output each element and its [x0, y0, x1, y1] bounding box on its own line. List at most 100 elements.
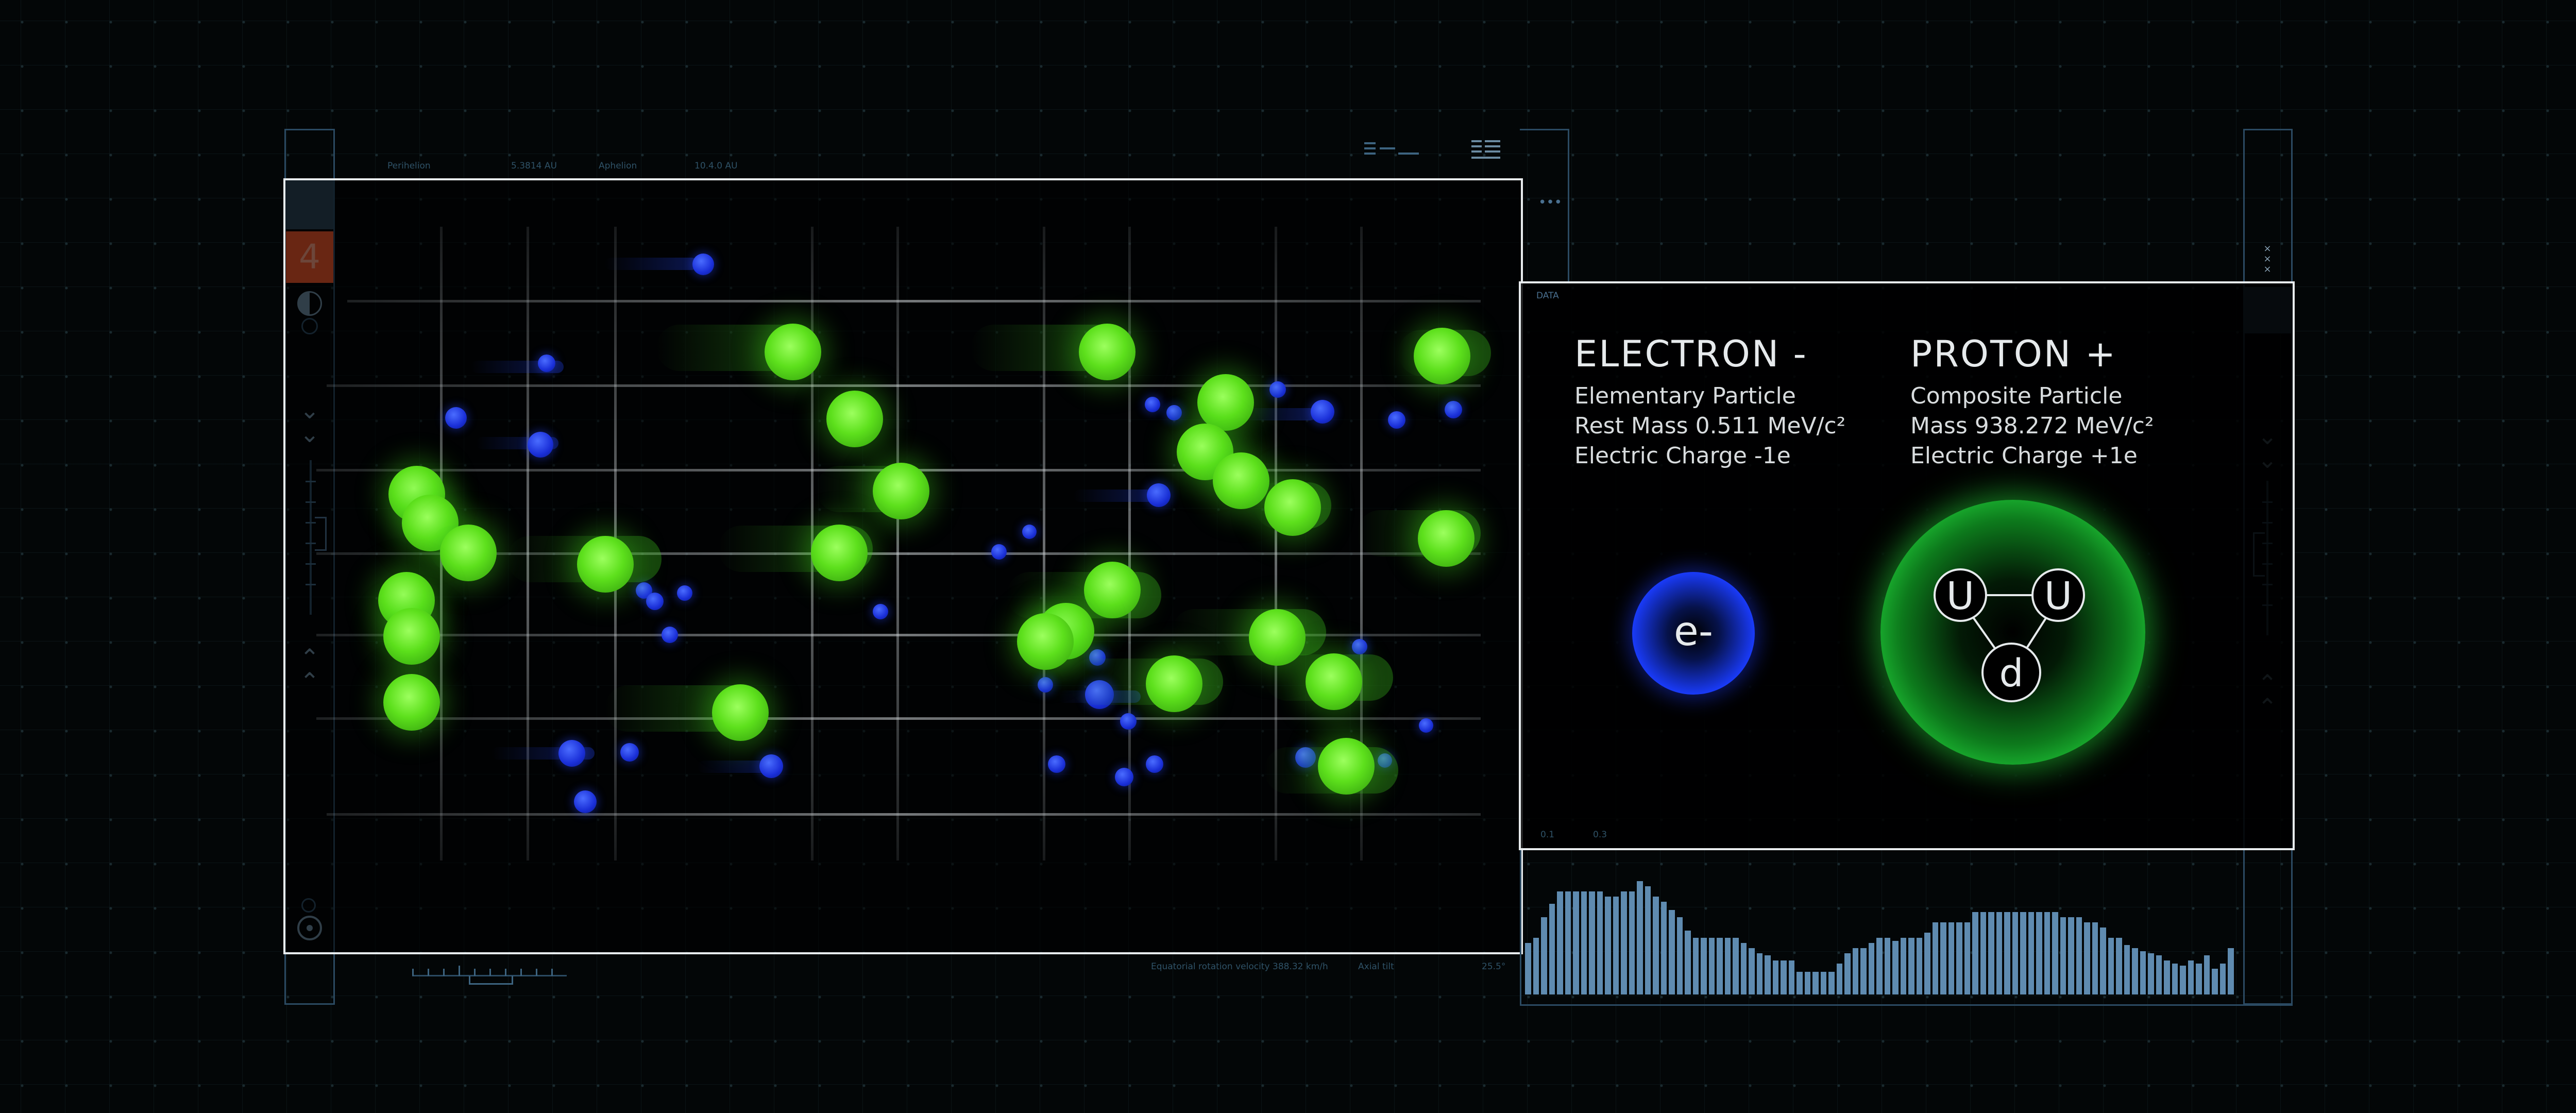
histogram-bar	[1557, 891, 1563, 994]
histogram-bar	[1900, 938, 1907, 994]
close-icon[interactable]: × × ×	[2262, 244, 2273, 275]
histogram-bar	[1549, 904, 1555, 994]
proton-model[interactable]: U U d	[1880, 500, 2145, 765]
histogram-bar	[1765, 955, 1771, 994]
histogram-bar	[1884, 938, 1891, 994]
histogram-bar	[1653, 897, 1659, 994]
quark-d-label: d	[1999, 651, 2024, 696]
histogram-bar	[2180, 966, 2186, 994]
quark-diagram: U U d	[1934, 568, 2085, 702]
particle-data-panel: DATA ELECTRON - Elementary Particle Rest…	[1519, 281, 2295, 850]
histogram-bar	[1605, 897, 1611, 994]
histogram-bar	[1860, 948, 1867, 994]
histogram-bar	[1525, 943, 1531, 994]
histogram-bar	[1788, 960, 1795, 994]
histogram-bar	[2148, 953, 2154, 994]
histogram-label-1: 0.1	[1540, 830, 1555, 840]
histogram-bar	[1701, 938, 1707, 994]
histogram-bar	[1892, 941, 1899, 994]
histogram-bar	[1669, 910, 1675, 994]
histogram-bar	[1629, 891, 1635, 994]
rotation-velocity-label: Equatorial rotation velocity	[1151, 962, 1270, 972]
histogram-bar	[1749, 948, 1755, 994]
histogram-bar	[1621, 891, 1627, 994]
histogram-bar	[2164, 960, 2170, 994]
histogram-bar	[2212, 969, 2218, 994]
histogram-bar	[1828, 972, 1835, 994]
menu-dots-icon[interactable]: •••	[1538, 195, 1562, 210]
quark-u1-label: U	[1946, 574, 1974, 618]
particle-viewport[interactable]	[283, 178, 1523, 954]
histogram-bar	[1708, 938, 1715, 994]
histogram-bar	[1589, 891, 1595, 994]
aphelion-value: 10.4.0 AU	[694, 161, 738, 171]
histogram-bar	[2140, 951, 2146, 994]
histogram-bar	[2228, 948, 2234, 994]
quark-u2-label: U	[2044, 574, 2072, 618]
histogram-bar	[2076, 917, 2082, 994]
histogram-bar	[1804, 972, 1811, 994]
histogram-bar	[1812, 972, 1819, 994]
axial-tilt-value: 25.5°	[1482, 962, 1506, 972]
electron-mass: Rest Mass 0.511 MeV/c²	[1574, 413, 1846, 439]
electron-charge: Electric Charge -1e	[1574, 443, 1791, 469]
histogram-bar	[1820, 972, 1827, 994]
histogram-bar	[2044, 912, 2050, 994]
histogram-bar	[1940, 922, 1946, 994]
histogram-bar	[1964, 922, 1971, 994]
histogram-bar	[1996, 912, 2003, 994]
histogram-bar	[1660, 902, 1667, 994]
histogram-bar	[1772, 960, 1779, 994]
histogram-bar	[1717, 938, 1723, 994]
histogram-bar	[2108, 938, 2114, 994]
histogram-bar	[1581, 891, 1587, 994]
histogram-bar	[1733, 938, 1739, 994]
menu-icon[interactable]	[1471, 140, 1500, 159]
histogram-bar	[1988, 912, 1994, 994]
histogram-bar	[1924, 933, 1930, 994]
perihelion-label: Perihelion	[387, 161, 431, 171]
energy-histogram[interactable]	[1525, 871, 2236, 994]
histogram-bar	[2196, 964, 2202, 994]
histogram-bar	[2092, 922, 2098, 994]
histogram-bar	[1645, 886, 1651, 994]
histogram-bar	[1685, 931, 1691, 994]
histogram-bar	[1797, 972, 1803, 994]
histogram-bar	[2188, 960, 2194, 994]
histogram-bar	[1908, 938, 1914, 994]
histogram-bar	[2052, 912, 2058, 994]
list-icon[interactable]	[1364, 142, 1421, 158]
histogram-label-2: 0.3	[1593, 830, 1607, 840]
histogram-bar	[2204, 955, 2210, 994]
proton-type: Composite Particle	[1910, 383, 2123, 409]
perihelion-value: 5.3814 AU	[511, 161, 557, 171]
electron-title: ELECTRON -	[1574, 333, 1808, 375]
timeline-ruler[interactable]	[412, 965, 567, 990]
histogram-bar	[2068, 917, 2074, 994]
histogram-bar	[2020, 912, 2026, 994]
histogram-bar	[1676, 917, 1683, 994]
histogram-bar	[1980, 912, 1987, 994]
histogram-bar	[1724, 938, 1731, 994]
histogram-bar	[1613, 897, 1619, 994]
histogram-bar	[2116, 938, 2122, 994]
histogram-bar	[1916, 938, 1923, 994]
histogram-bar	[1740, 943, 1747, 994]
histogram-bar	[1597, 891, 1603, 994]
histogram-bar	[2060, 917, 2066, 994]
electron-symbol: e-	[1673, 609, 1714, 655]
histogram-bar	[1541, 917, 1547, 994]
histogram-bar	[1876, 938, 1883, 994]
histogram-bar	[2219, 964, 2226, 994]
histogram-bar	[1948, 922, 1955, 994]
histogram-bar	[1972, 912, 1978, 994]
histogram-bar	[1932, 922, 1939, 994]
histogram-bar	[1868, 943, 1875, 994]
electron-type: Elementary Particle	[1574, 383, 1796, 409]
histogram-bar	[2084, 922, 2090, 994]
histogram-bar	[2036, 912, 2042, 994]
histogram-bar	[1956, 922, 1962, 994]
histogram-bar	[1781, 960, 1787, 994]
timeline-handle[interactable]	[469, 976, 513, 985]
electron-model[interactable]: e-	[1632, 572, 1755, 695]
